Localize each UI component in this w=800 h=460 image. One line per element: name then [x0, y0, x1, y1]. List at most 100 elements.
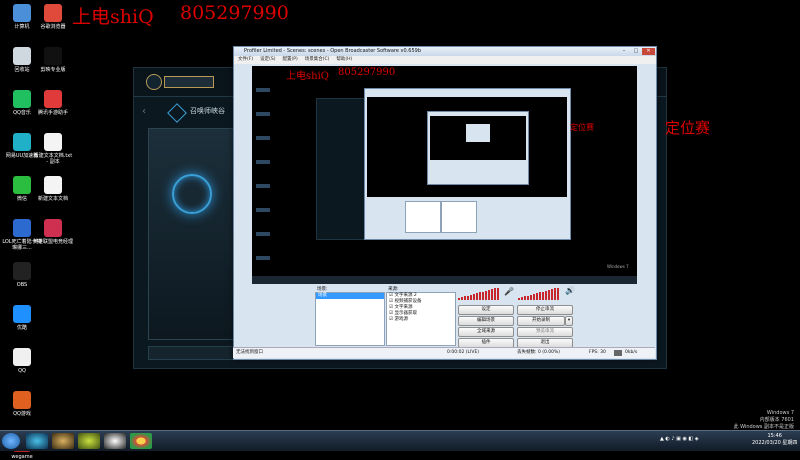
menu-item[interactable]: 设定(S) — [260, 57, 275, 62]
taskbar-app-icon[interactable] — [78, 433, 100, 449]
microphone-icon[interactable]: 🎤 — [504, 287, 514, 296]
menu-item[interactable]: 帮助(H) — [336, 57, 352, 62]
meter-bar — [557, 287, 559, 300]
taskbar: ▲ ◐ ♪ ▣ ◉ ◧ ◈ 15:46 2022/03/20 星期四 — [0, 430, 800, 451]
mic-volume-meter[interactable] — [458, 287, 499, 300]
meter-bar — [551, 289, 553, 300]
start-record-button[interactable]: 开始录制 — [517, 316, 565, 326]
menu-item[interactable]: 配置(P) — [282, 57, 297, 62]
preview-taskbar-strip — [252, 276, 637, 284]
clock-time: 15:46 — [767, 433, 782, 439]
tray-clock[interactable]: 15:46 2022/03/20 星期四 — [752, 433, 797, 447]
desktop-volume-meter[interactable] — [518, 287, 559, 300]
desktop-icon-label: 优酷 — [16, 325, 27, 331]
desktop-icon-image — [13, 90, 31, 108]
tray-icons[interactable]: ▲ ◐ ♪ ▣ ◉ ◧ ◈ — [660, 436, 699, 442]
lol-back-icon[interactable]: ‹ — [142, 106, 152, 118]
scene-item[interactable]: 场景 — [316, 293, 384, 299]
meter-bar — [524, 296, 526, 300]
desktop-icon-image — [44, 133, 62, 151]
desktop-icon[interactable]: 优酷 — [2, 305, 42, 331]
desktop-icon-image — [44, 4, 62, 22]
taskbar-uu-icon[interactable] — [26, 433, 48, 449]
obs-menu-bar: 文件(F) 设定(S) 配置(P) 场景集合(C) 帮助(H) — [234, 56, 656, 64]
meter-bar — [476, 293, 478, 300]
preview-side-text: 定位赛 — [570, 123, 594, 132]
menu-item[interactable]: 文件(F) — [238, 57, 253, 62]
meter-bar — [542, 291, 544, 300]
preview-nested-obs-preview — [367, 97, 567, 197]
preview-nested-obs-3 — [466, 124, 490, 142]
bitrate-indicator-icon — [614, 350, 622, 356]
meter-bar — [482, 291, 484, 300]
desktop-icon-label: 新建文本文档.txt - 副本 — [33, 153, 73, 165]
obs-title-bar[interactable]: Profiler Limited - Scenes: scenes - Open… — [234, 47, 656, 56]
preview-desktop-icons — [256, 78, 270, 268]
desktop-icon-image — [13, 219, 31, 237]
desktop-icon-image — [44, 219, 62, 237]
watermark-side-large: 定位赛 — [665, 119, 711, 137]
desktop-icon-label: 腾讯手游助手 — [37, 110, 68, 116]
lol-banner-left[interactable] — [148, 128, 240, 340]
windows-activation-text: Windows 7 内部版本 7601 此 Windows 副本不是正版 — [734, 410, 795, 431]
preview-watermark-qq: 805297990 — [338, 67, 396, 78]
desktop-icon[interactable]: QQ游戏 — [2, 391, 42, 417]
settings-button[interactable]: 设定 — [458, 305, 514, 315]
preview-stream-button[interactable]: 预览串流 — [517, 327, 573, 337]
meter-bar — [530, 294, 532, 300]
desktop-icon[interactable]: 新建文本文档.txt - 副本 — [33, 133, 73, 165]
meter-bar — [458, 298, 460, 300]
preview-nested-sources — [441, 201, 477, 233]
close-button[interactable]: ✕ — [642, 48, 655, 55]
desktop-icon-label: 谷歌浏览器 — [40, 24, 66, 30]
source-item[interactable]: ☑ 游戏源 — [387, 317, 455, 323]
desktop-icon[interactable]: QQ — [2, 348, 42, 374]
meter-bar — [554, 288, 556, 300]
desktop-icon-image — [13, 348, 31, 366]
meter-bar — [536, 293, 538, 300]
record-dropdown-button[interactable]: ▾ — [565, 316, 573, 326]
desktop-icon-image — [13, 305, 31, 323]
speaker-icon[interactable]: 🔊 — [565, 286, 575, 295]
meter-bar — [548, 290, 550, 300]
desktop-icon-image — [13, 176, 31, 194]
desktop-icon-label: QQ游戏 — [13, 411, 31, 417]
windows-build: 内部版本 7601 — [759, 417, 794, 423]
desktop-icon[interactable]: 剪映专业版 — [33, 47, 73, 73]
status-fps: FPS: 30 — [589, 350, 606, 355]
desktop-icon-image — [44, 47, 62, 65]
source-label: 游戏源 — [394, 317, 408, 322]
maximize-button[interactable]: □ — [630, 48, 642, 55]
desktop-icon-label: 剪映专业版 — [40, 67, 66, 73]
desktop-icon-image — [13, 4, 31, 22]
desktop-icon-image — [13, 262, 31, 280]
scenes-list[interactable]: 场景 — [315, 292, 385, 346]
source-label: 文字来源 — [394, 305, 413, 310]
desktop-icon[interactable]: OBS — [2, 262, 42, 288]
obs-title: Profiler Limited - Scenes: scenes - Open… — [244, 48, 421, 54]
sources-list[interactable]: ☑ 文字来源 2 ☑ 视频捕获设备 ☑ 文字来源 ☑ 显示器获取 ☑ 游戏源 — [386, 292, 456, 346]
meter-bar — [545, 290, 547, 300]
minimize-button[interactable]: – — [618, 48, 630, 55]
meter-bar — [494, 288, 496, 300]
menu-item[interactable]: 场景集合(C) — [305, 57, 330, 62]
desktop-icon[interactable]: 谷歌浏览器 — [33, 4, 73, 30]
obs-status-bar: 无法找到窗口 0:00:02 (LIVE) 丢失帧数: 0 (0.00%) FP… — [233, 347, 655, 358]
status-message: 无法找到窗口 — [236, 350, 263, 355]
lol-logo-icon — [146, 74, 162, 90]
taskbar-chrome-icon[interactable] — [130, 433, 152, 449]
desktop-icon[interactable]: 新建文本文档 — [33, 176, 73, 202]
stop-stream-button[interactable]: 停止串流 — [517, 305, 573, 315]
lol-mode-label: 召唤师峡谷 — [190, 107, 225, 115]
taskbar-lol-icon[interactable] — [52, 433, 74, 449]
lol-play-button[interactable] — [164, 76, 214, 88]
start-button[interactable] — [2, 433, 20, 449]
edit-scene-button[interactable]: 编辑场景 — [458, 316, 514, 326]
global-sources-button[interactable]: 全域来源 — [458, 327, 514, 337]
taskbar-obs-icon[interactable] — [104, 433, 126, 449]
preview-nested-scenes — [405, 201, 441, 233]
meter-bar — [473, 294, 475, 300]
desktop-icon[interactable]: 英雄联盟电竞经理 — [33, 219, 73, 245]
desktop-icon[interactable]: 腾讯手游助手 — [33, 90, 73, 116]
obs-preview: 上电shiQ 805297990 定位赛 Windows 7 — [252, 66, 637, 276]
